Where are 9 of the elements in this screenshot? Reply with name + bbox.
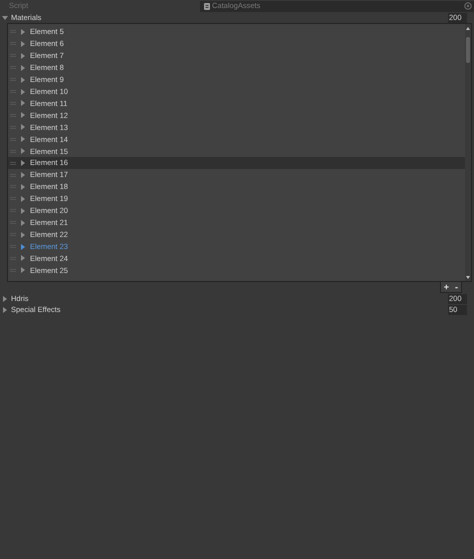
scroll-up-icon[interactable]	[466, 27, 470, 31]
scrollbar[interactable]	[465, 24, 471, 281]
drag-handle-icon[interactable]	[10, 162, 16, 165]
scroll-down-icon[interactable]	[466, 275, 470, 279]
add-button[interactable]: +	[444, 282, 449, 292]
script-icon	[204, 2, 210, 10]
foldout-arrow-icon[interactable]	[2, 14, 8, 20]
target-icon[interactable]	[464, 2, 472, 10]
remove-button[interactable]: -	[455, 282, 458, 292]
